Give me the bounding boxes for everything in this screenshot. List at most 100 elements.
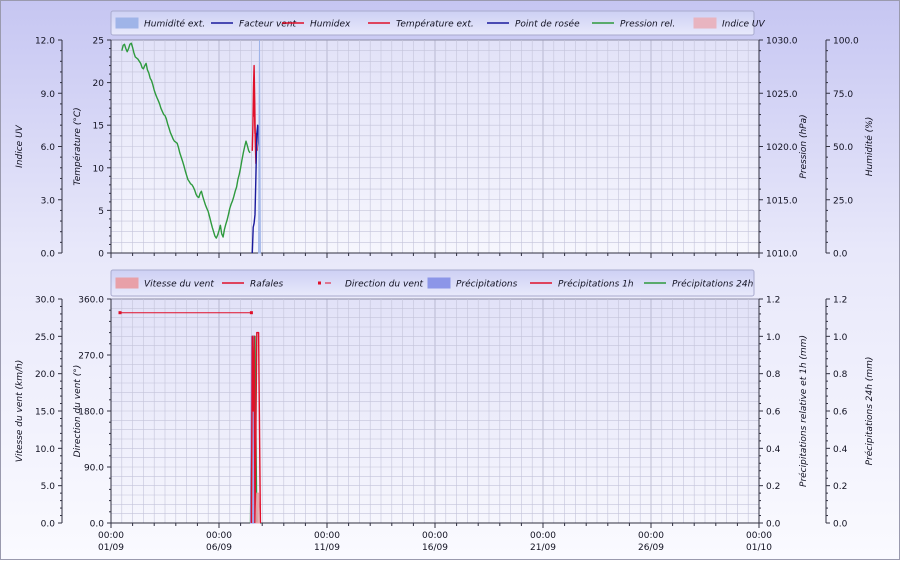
- grid-lines: [111, 40, 759, 253]
- series-vitesse-du-vent: [255, 492, 261, 524]
- axis-tick-label: 90.0: [84, 464, 104, 474]
- axis-tick-label: 0.0: [90, 520, 105, 530]
- axis-tick-label: 0.0: [766, 520, 781, 530]
- x-tick-time: 00:00: [638, 531, 664, 541]
- x-tick-time: 00:00: [314, 531, 340, 541]
- axis-title: Humidité (%): [864, 117, 875, 176]
- axis-tick-label: 0.0: [833, 520, 848, 530]
- axis-tick-label: 1020.0: [766, 143, 798, 153]
- chart-panel-2: 0.0 5.0 10.0 15.0 20.0 25.0 30.0 Vitesse du ven…: [15, 269, 875, 553]
- axis-tick-label: 1030.0: [766, 37, 798, 47]
- x-tick-time: 00:00: [98, 531, 124, 541]
- axis-title: Précipitations 24h (mm): [864, 357, 875, 466]
- x-tick-time: 00:00: [422, 531, 448, 541]
- legend-label: Rafales: [250, 280, 283, 290]
- axis-tick-label: 50.0: [833, 143, 853, 153]
- axis-tick-label: 100.0: [833, 37, 859, 47]
- axis-title: Direction du vent (°): [73, 365, 83, 457]
- x-tick-date: 21/09: [530, 543, 556, 553]
- axis-tick-label: 1.2: [833, 296, 847, 306]
- legend-item: Humidité ext.: [115, 17, 205, 30]
- axis-tick-label: 6.0: [41, 143, 56, 153]
- legend-label: Humidité ext.: [144, 19, 205, 30]
- axis-tick-label: 1.2: [766, 296, 780, 306]
- series-direction-du-vent-point: [118, 311, 122, 315]
- x-tick-date: 01/09: [98, 543, 124, 553]
- axis-tick-label: 1.0: [833, 333, 848, 343]
- axis-tick-label: 0.4: [766, 445, 781, 455]
- legend-label: Humidex: [310, 20, 351, 30]
- x-tick-time: 00:00: [206, 531, 232, 541]
- axis-title: Vitesse du vent (km/h): [15, 360, 25, 462]
- axis-tick-label: 10: [93, 164, 105, 174]
- axis-tick-label: 5.0: [41, 482, 56, 492]
- legend-label: Indice UV: [722, 20, 766, 30]
- legend-label: Pression rel.: [620, 20, 675, 30]
- axis-tick-label: 0.4: [833, 445, 848, 455]
- axis-tick-label: 25.0: [35, 333, 55, 343]
- axis-tick-label: 30.0: [35, 296, 55, 306]
- axis-tick-label: 360.0: [78, 296, 104, 306]
- chart-panel-1: 0.0 3.0 6.0 9.0 12.0 Indice UV 0 5 10 15 20 25 Tempé…: [15, 10, 875, 260]
- legend-label: Précipitations 1h: [558, 279, 634, 290]
- legend-swatch: [318, 281, 321, 285]
- legend-swatch: [115, 277, 139, 289]
- legend-item: Précipitations: [427, 277, 518, 290]
- series-direction-du-vent-point: [249, 311, 253, 315]
- axis-tick-label: 75.0: [833, 90, 853, 100]
- axis-tick-label: 0.0: [41, 520, 56, 530]
- axis-title: Température (°C): [72, 107, 83, 185]
- axis-tick-label: 270.0: [78, 352, 104, 362]
- legend-label: Facteur vent: [239, 20, 297, 30]
- axis-tick-label: 1015.0: [766, 196, 798, 206]
- x-tick-date: 16/09: [422, 543, 448, 553]
- axis-tick-label: 0.6: [766, 408, 781, 418]
- axis-title: Précipitations relative et 1h (mm): [798, 335, 809, 487]
- axis-tick-label: 20.0: [35, 370, 55, 380]
- axis-title: Indice UV: [15, 124, 25, 168]
- legend-item: Indice UV: [693, 17, 766, 30]
- legend-label: Direction du vent: [345, 280, 424, 290]
- legend-swatch: [693, 17, 717, 29]
- axis-tick-label: 25: [93, 37, 104, 47]
- axis-tick-label: 15: [93, 122, 104, 132]
- axis-tick-label: 1010.0: [766, 250, 798, 260]
- axis-tick-label: 0.2: [833, 482, 847, 492]
- legend-swatch: [427, 277, 451, 289]
- axis-tick-label: 0.0: [833, 250, 848, 260]
- axis-tick-label: 15.0: [35, 408, 55, 418]
- axis-tick-label: 10.0: [35, 445, 55, 455]
- axis-tick-label: 3.0: [41, 196, 56, 206]
- legend: Vitesse du vent Rafales Direction du vent P…: [110, 269, 755, 297]
- axis-tick-label: 5: [98, 207, 104, 217]
- chart-layer: 0.0 3.0 6.0 9.0 12.0 Indice UV 0 5 10 15 20 25 Tempé…: [15, 10, 875, 553]
- axis-tick-label: 0.6: [833, 408, 848, 418]
- legend-label: Précipitations: [456, 279, 518, 290]
- axis-tick-label: 0.2: [766, 482, 780, 492]
- axis-tick-label: 9.0: [41, 90, 56, 100]
- grid-lines: [111, 299, 759, 523]
- axis-title: Pression (hPa): [799, 114, 809, 178]
- axis-tick-label: 0: [98, 250, 104, 260]
- x-tick-time: 00:00: [530, 531, 556, 541]
- legend-label: Précipitations 24h: [672, 279, 754, 290]
- legend: Humidité ext. Facteur vent Humidex Températ…: [110, 10, 766, 36]
- legend-label: Température ext.: [396, 19, 474, 30]
- axis-tick-label: 0.8: [833, 370, 848, 380]
- legend-label: Vitesse du vent: [144, 280, 214, 290]
- axis-tick-label: 1025.0: [766, 90, 798, 100]
- axis-tick-label: 0.0: [41, 250, 56, 260]
- axis-tick-label: 12.0: [35, 37, 55, 47]
- axis-tick-label: 0.8: [766, 370, 781, 380]
- series-humidit-ext-: [258, 39, 261, 254]
- legend-swatch: [115, 17, 139, 29]
- legend-item: Vitesse du vent: [115, 277, 214, 290]
- x-tick-date: 26/09: [638, 543, 664, 553]
- x-tick-date: 01/10: [746, 543, 772, 553]
- axis-tick-label: 20: [93, 79, 105, 89]
- axis-tick-label: 1.0: [766, 333, 781, 343]
- x-tick-date: 11/09: [314, 543, 340, 553]
- legend-label: Point de rosée: [515, 19, 580, 30]
- weather-charts: 0.0 3.0 6.0 9.0 12.0 Indice UV 0 5 10 15 20 25 Tempé…: [0, 0, 900, 560]
- axis-tick-label: 25.0: [833, 196, 853, 206]
